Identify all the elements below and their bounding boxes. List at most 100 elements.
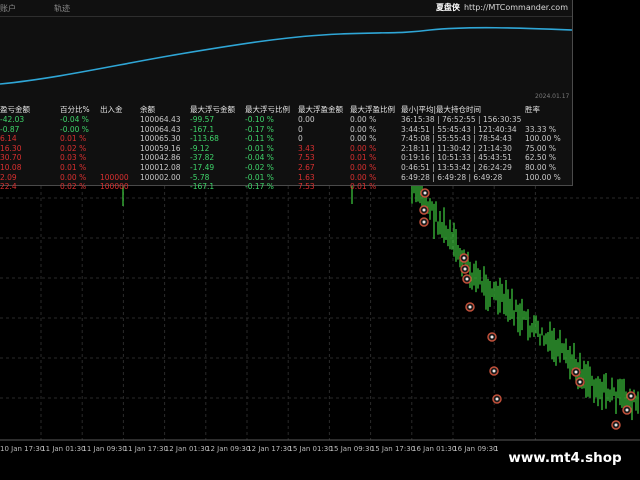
balance-curve [0, 26, 572, 85]
stats-cell: 62.50 % [525, 153, 556, 163]
stats-cell: -0.17 % [245, 124, 274, 134]
stats-row: 10.08 0.01 % 100012.08 -17.49 -0.02 % 2.67 0.0… [0, 163, 571, 173]
stats-cell: 0.02 % [60, 182, 87, 192]
stats-row: 16.30 0.02 % 100059.16 -9.12 -0.01 % 3.43 0.00… [0, 144, 571, 154]
stats-cell [525, 182, 571, 192]
stats-cell: 7.53 [298, 182, 315, 192]
stats-cell: 0.00 % [350, 172, 377, 182]
time-axis-label: 11 Jan 09:30 [82, 445, 127, 453]
stats-cell: -167.1 [190, 182, 215, 192]
stats-cell: -0.11 % [245, 134, 274, 144]
time-axis-label: 16 Jan 01:30 [412, 445, 457, 453]
stats-cell: 0 [298, 134, 303, 144]
stats-cell [140, 182, 190, 192]
stats-cell [100, 144, 140, 154]
stats-cell [100, 115, 140, 125]
time-axis-label: 15 Jan 09:30 [329, 445, 374, 453]
time-axis-label: 10 Jan 17:30 [0, 445, 45, 453]
tab-account[interactable]: 账户 [0, 3, 16, 14]
stats-cell: 0:19:16 | 10:51:33 | 45:43:51 [401, 153, 512, 163]
stats-row: 2.09 0.00 % 100000 100002.00 -5.78 -0.01 % 1.6… [0, 173, 571, 183]
stats-cell: 100000 [100, 182, 129, 192]
stats-cell: 33.33 % [525, 124, 556, 134]
brand-url[interactable]: http://MTCommander.com [464, 3, 568, 12]
candlestick-series [122, 168, 639, 421]
stats-cell: 0.01 % [350, 153, 377, 163]
stats-cell: 0.02 % [60, 143, 87, 153]
stats-cell: 100000 [100, 172, 129, 182]
stats-cell: 0.00 % [60, 172, 87, 182]
trade-marker-dot [463, 267, 467, 271]
stats-cell: 0.03 % [60, 153, 87, 163]
stats-cell: -37.82 [190, 153, 215, 163]
stats-row: 30.70 0.03 % 100042.86 -37.82 -0.04 % 7.53 0.0… [0, 153, 571, 163]
brand-name: 夏盘侠 [435, 3, 460, 12]
time-axis-label: 16 Jan 09:30 [453, 445, 498, 453]
stats-cell: 100065.30 [140, 134, 181, 144]
trade-marker-dot [574, 370, 578, 374]
stats-cell: -5.78 [190, 172, 210, 182]
trade-marker-dot [629, 394, 633, 398]
stats-cell: 16.30 [0, 143, 22, 153]
trade-marker-dot [423, 191, 427, 195]
stats-cell: -0.10 % [245, 115, 274, 124]
stats-cell: -0.17 % [245, 182, 274, 192]
stats-cell: 100059.16 [140, 143, 181, 153]
chart-grid [0, 186, 640, 441]
stats-cell: -9.12 [190, 143, 210, 153]
stats-cell: 2.09 [0, 172, 17, 182]
time-axis-label: 12 Jan 09:30 [206, 445, 251, 453]
trade-marker-dot [490, 335, 494, 339]
stats-header-cell: 最小|平均|最大持仓时间 [401, 104, 482, 114]
stats-cell: -0.00 % [60, 124, 89, 134]
tab-track[interactable]: 轨迹 [54, 3, 70, 14]
stats-cell: 0.00 [298, 115, 315, 124]
stats-cell: 100042.86 [140, 153, 181, 163]
stats-cell: -167.1 [190, 124, 215, 134]
stats-cell: 6.14 [0, 134, 17, 144]
stats-cell: 2.67 [298, 162, 315, 172]
stats-row: -42.03 -0.04 % 100064.43 -99.57 -0.10 % 0.00 0… [0, 115, 571, 125]
time-axis-label: 15 Jan 17:30 [370, 445, 416, 453]
trade-marker-dot [614, 423, 618, 427]
stats-cell: 80.00 % [525, 162, 556, 172]
trade-markers [419, 188, 636, 430]
stats-cell: 0.00 % [350, 143, 377, 153]
stats-cell: 75.00 % [525, 143, 556, 153]
stats-cell: 30.70 [0, 153, 22, 163]
stats-cell: 100.00 % [525, 134, 561, 144]
time-axis-label: 11 Jan 01:30 [41, 445, 86, 453]
stats-header-cell: 百分比% [60, 104, 90, 114]
stats-header-cell: 出入金 [100, 104, 123, 114]
stats-cell: 3.43 [298, 143, 315, 153]
stats-header-cell: 余额 [140, 104, 155, 114]
trade-marker-dot [468, 305, 472, 309]
stats-row: -0.87 -0.00 % 100064.43 -167.1 -0.17 % 0 0.00 … [0, 125, 571, 135]
stats-cell: -17.49 [190, 162, 215, 172]
stats-cell: -42.03 [0, 115, 25, 124]
stats-cell: 2:18:11 | 11:30:42 | 21:14:30 [401, 143, 512, 153]
stats-cell: 100064.43 [140, 115, 181, 124]
stats-cell: 0.01 % [350, 182, 377, 192]
stats-cell: 22.4 [0, 182, 17, 192]
stats-header-cell: 最大浮亏金额 [190, 104, 235, 114]
statistics-panel: 账户 轨迹 夏盘侠 http://MTCommander.com 2024.01.… [0, 0, 573, 191]
stats-cell: 100064.43 [140, 124, 181, 134]
stats-header-cell: 最大浮盈比例 [350, 104, 395, 114]
stats-row: 6.14 0.01 % 100065.30 -113.68 -0.11 % 0 0.00 %… [0, 134, 571, 144]
trade-marker-dot [422, 220, 426, 224]
stats-cell [401, 182, 525, 192]
stats-cell [100, 153, 140, 163]
trade-marker-dot [462, 256, 466, 260]
trade-marker-dot [495, 397, 499, 401]
stats-table: 盈亏金额 百分比% 出入金 余额 最大浮亏金额 最大浮亏比例 最大浮盈金额 最大浮盈比例 最小|… [0, 103, 571, 192]
stats-cell: -113.68 [190, 134, 219, 144]
balance-chart [0, 26, 572, 85]
stats-row: 22.4 0.02 % 100000 -167.1 -0.17 % 7.53 0.01 % [0, 182, 571, 192]
stats-cell: -99.57 [190, 115, 215, 124]
stats-cell [100, 134, 140, 144]
stats-cell: -0.02 % [245, 162, 274, 172]
stats-cell: 10.08 [0, 162, 22, 172]
time-axis-label: 11 Jan 17:30 [123, 445, 168, 453]
stats-header-row: 盈亏金额 百分比% 出入金 余额 最大浮亏金额 最大浮亏比例 最大浮盈金额 最大浮盈比例 最小|… [0, 103, 571, 115]
